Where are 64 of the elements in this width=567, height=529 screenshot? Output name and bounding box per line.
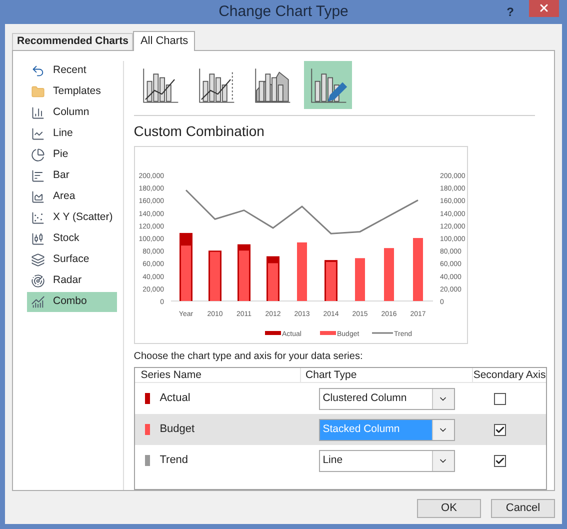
area-chart-icon <box>31 190 45 204</box>
series-row[interactable]: Budget Stacked Column <box>134 414 546 445</box>
dropdown-value: Line <box>322 452 344 468</box>
tab[interactable]: All Charts <box>133 31 196 51</box>
checkbox[interactable] <box>494 392 506 404</box>
column-header: Chart Type <box>300 368 472 382</box>
pie-chart-icon <box>31 148 45 162</box>
column-header: Series Name <box>140 368 202 382</box>
series-row[interactable]: Trend Line <box>134 445 546 476</box>
bar <box>180 246 191 301</box>
dropdown-value: Stacked Column <box>320 420 432 440</box>
legend-swatch <box>320 331 336 335</box>
chart-category-item[interactable]: Pie <box>27 145 117 165</box>
legend-line <box>372 332 393 334</box>
undo-arrow-icon <box>31 64 45 78</box>
series-row[interactable]: Actual Clustered Column <box>134 383 546 414</box>
bar <box>268 263 278 301</box>
stock-chart-icon <box>31 232 45 246</box>
section-heading: Custom Combination <box>134 122 266 141</box>
radar-chart-icon <box>31 274 45 288</box>
bar <box>296 242 307 301</box>
dialog-button[interactable]: Cancel <box>491 499 555 518</box>
series-name: Actual <box>160 391 190 406</box>
dropdown-value: Clustered Column <box>322 390 408 406</box>
chart-category-item[interactable]: Templates <box>27 82 117 102</box>
bar <box>384 248 394 301</box>
instruction-text: Choose the chart type and axis for your data series: <box>134 350 364 364</box>
line-chart-icon <box>31 127 45 141</box>
combo-chart-icon <box>31 295 45 309</box>
close-button[interactable] <box>529 0 559 17</box>
chart-category-item[interactable]: Surface <box>27 250 117 270</box>
dialog-button[interactable]: OK <box>417 499 481 518</box>
chart-category-item[interactable]: Radar <box>27 271 117 291</box>
chart-type-dropdown[interactable]: Line <box>318 450 455 472</box>
chart-category-item[interactable]: Recent <box>27 61 117 81</box>
window-title: Change Chart Type <box>218 2 348 22</box>
chart-type-dropdown[interactable]: Clustered Column <box>318 388 455 410</box>
bar <box>238 250 249 301</box>
checkbox[interactable] <box>494 454 506 466</box>
check-icon <box>495 456 506 466</box>
surface-chart-icon <box>31 253 45 267</box>
help-button[interactable]: ? <box>506 3 514 21</box>
series-name: Budget <box>160 422 195 438</box>
series-name: Trend <box>160 453 188 468</box>
bar-chart-icon <box>31 169 45 183</box>
chart-category-item[interactable]: Line <box>27 124 117 144</box>
check-icon <box>495 424 506 434</box>
chart-category-item[interactable]: Area <box>27 187 117 207</box>
bar <box>354 258 365 301</box>
legend-swatch <box>264 331 281 335</box>
scatter-chart-icon <box>31 211 45 225</box>
chart-category-item[interactable]: Column <box>27 103 117 123</box>
close-icon <box>538 2 550 14</box>
chart-category-item[interactable]: Bar <box>27 166 117 186</box>
chart-subtype-button[interactable] <box>304 61 352 109</box>
chart-category-item[interactable]: Combo <box>27 292 117 312</box>
checkbox[interactable] <box>494 424 506 436</box>
folder-icon <box>31 85 45 99</box>
column-header: Secondary Axis <box>472 368 546 382</box>
chart-category-item[interactable]: X Y (Scatter) <box>27 208 117 228</box>
column-chart-icon <box>31 106 45 120</box>
bar <box>412 238 423 301</box>
tab[interactable]: Recommended Charts <box>12 33 134 50</box>
chart-category-item[interactable]: Stock <box>27 229 117 249</box>
